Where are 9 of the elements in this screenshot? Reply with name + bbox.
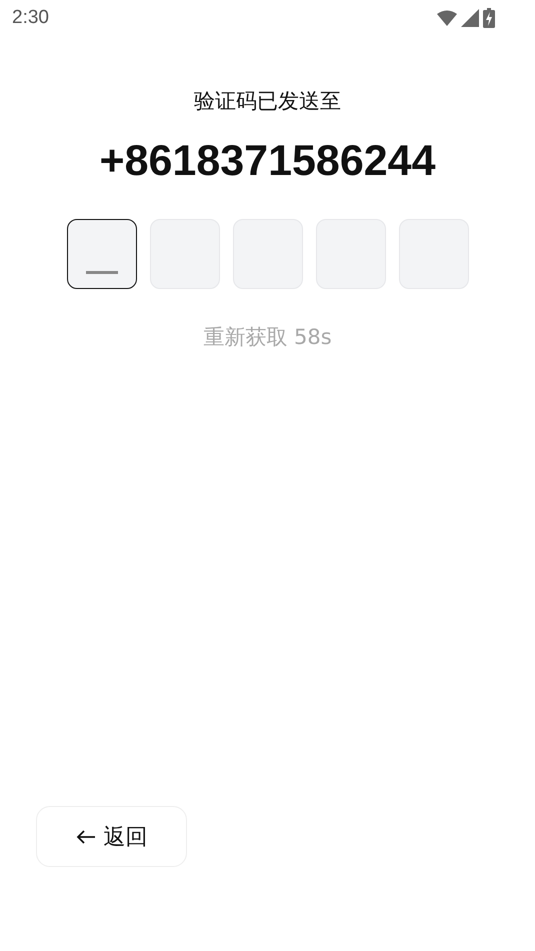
signal-icon bbox=[461, 9, 479, 27]
heading-text: 验证码已发送至 bbox=[194, 88, 341, 115]
status-time: 2:30 bbox=[12, 7, 49, 29]
code-digit-field[interactable] bbox=[66, 219, 136, 289]
phone-number: +8618371586244 bbox=[99, 136, 436, 186]
back-arrow-icon bbox=[76, 828, 96, 844]
back-button[interactable]: 返回 bbox=[36, 806, 187, 867]
battery-charging-icon bbox=[483, 8, 495, 28]
wifi-icon bbox=[437, 10, 457, 26]
